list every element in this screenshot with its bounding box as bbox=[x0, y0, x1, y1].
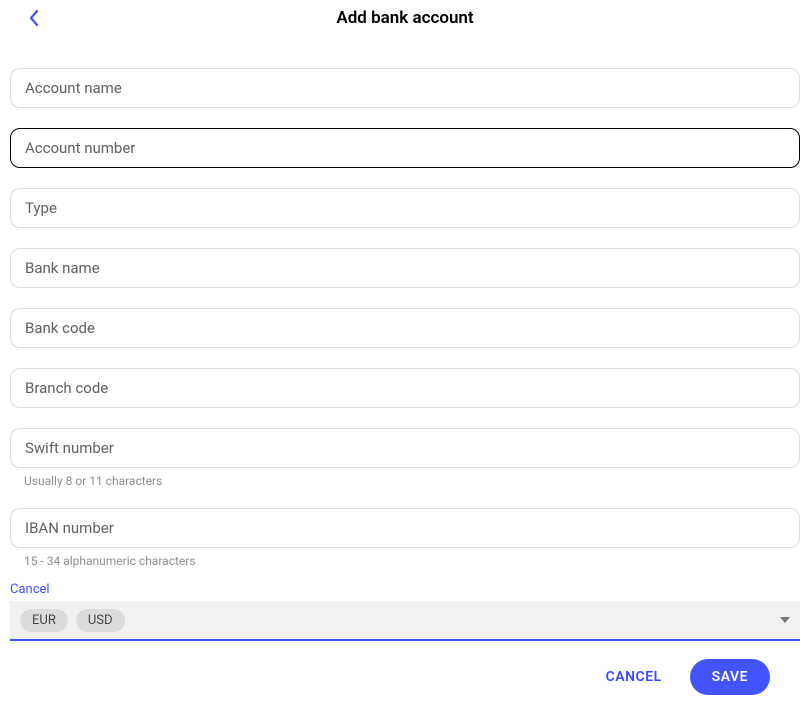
save-button[interactable]: SAVE bbox=[690, 659, 770, 695]
currency-select[interactable]: EUR USD bbox=[10, 601, 800, 641]
caret-down-icon bbox=[780, 617, 790, 623]
iban-helper-text: 15 - 34 alphanumeric characters bbox=[24, 554, 800, 568]
type-input[interactable] bbox=[10, 188, 800, 228]
account-number-input[interactable] bbox=[10, 128, 800, 168]
account-name-input[interactable] bbox=[10, 68, 800, 108]
cancel-button[interactable]: CANCEL bbox=[606, 669, 662, 685]
swift-number-input[interactable] bbox=[10, 428, 800, 468]
currency-dropdown-toggle[interactable] bbox=[780, 617, 790, 623]
back-button[interactable] bbox=[24, 8, 44, 28]
iban-number-input[interactable] bbox=[10, 508, 800, 548]
currency-chip-eur[interactable]: EUR bbox=[20, 609, 68, 632]
swift-helper-text: Usually 8 or 11 characters bbox=[24, 474, 800, 488]
currency-cancel-link[interactable]: Cancel bbox=[10, 582, 800, 597]
bank-code-input[interactable] bbox=[10, 308, 800, 348]
branch-code-input[interactable] bbox=[10, 368, 800, 408]
chevron-left-icon bbox=[29, 10, 39, 26]
page-title: Add bank account bbox=[336, 8, 473, 28]
currency-chip-usd[interactable]: USD bbox=[76, 609, 125, 632]
bank-name-input[interactable] bbox=[10, 248, 800, 288]
